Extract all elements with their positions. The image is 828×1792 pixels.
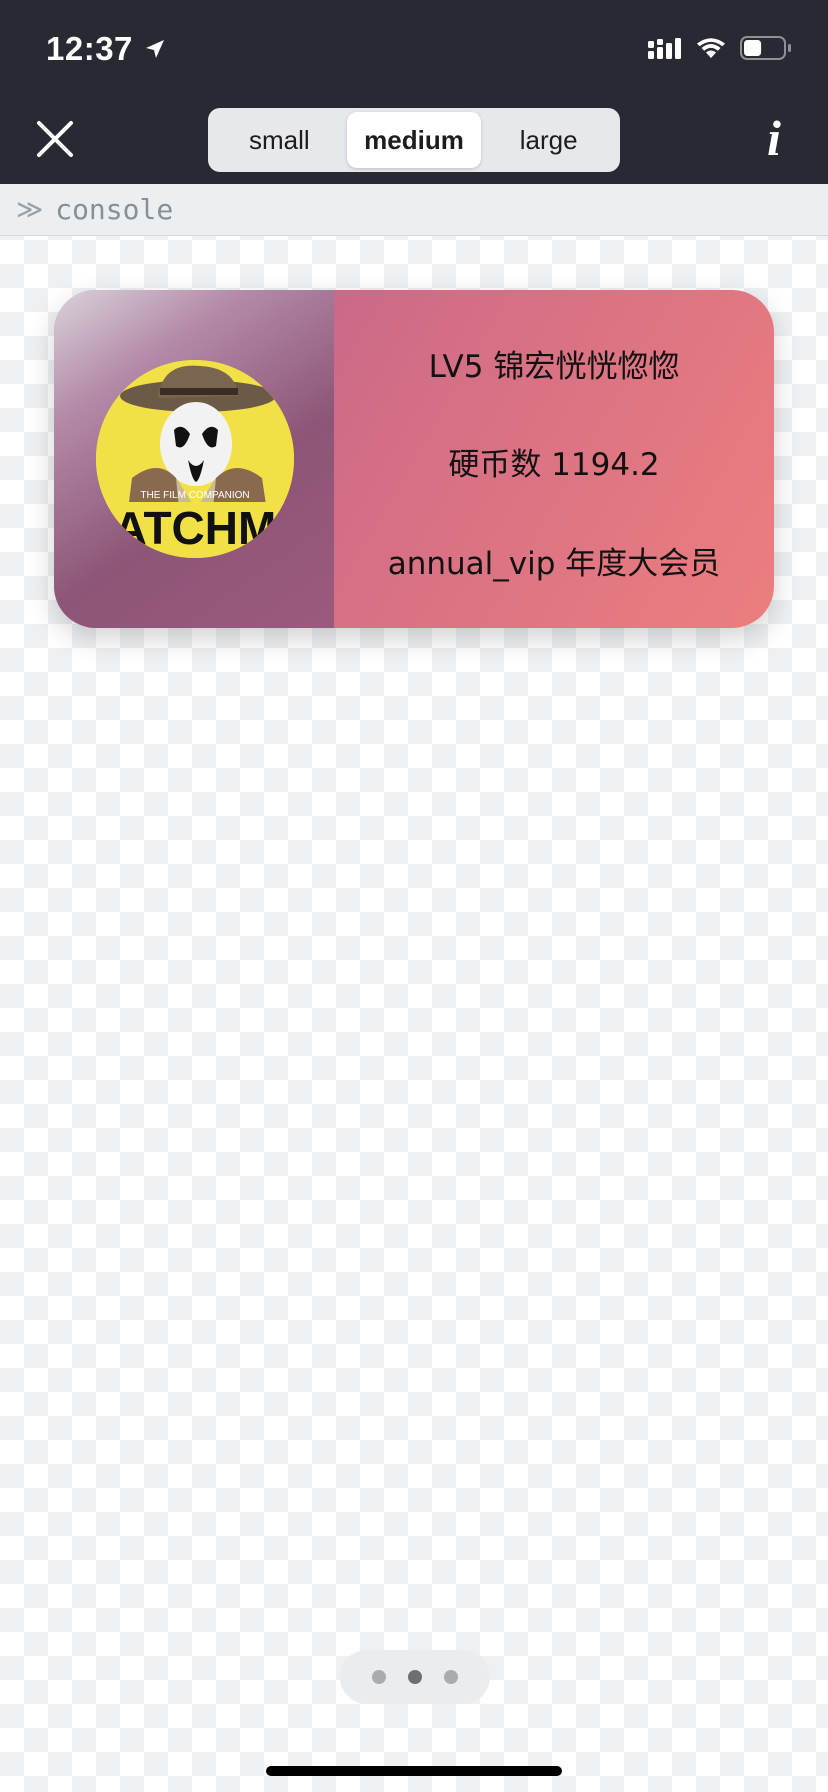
avatar: THE FILM COMPANION ATCHM xyxy=(96,360,294,558)
battery-icon xyxy=(740,36,791,60)
page-dot-1[interactable] xyxy=(372,1670,386,1684)
widget-level-name: LV5 锦宏恍恍惚惚 xyxy=(428,348,680,385)
console-label: console xyxy=(55,193,174,226)
signal-icon xyxy=(648,38,681,59)
size-segmented-control[interactable]: small medium large xyxy=(208,108,620,172)
widget-avatar-panel: THE FILM COMPANION ATCHM xyxy=(54,290,334,628)
wifi-icon xyxy=(697,38,725,58)
svg-text:THE FILM COMPANION: THE FILM COMPANION xyxy=(140,490,249,501)
status-icons xyxy=(648,36,792,60)
double-chevron-icon: ≫ xyxy=(16,194,44,225)
size-option-medium[interactable]: medium xyxy=(346,112,482,168)
widget-info: LV5 锦宏恍恍惚惚 硬币数 1194.2 annual_vip 年度大会员 xyxy=(334,290,774,628)
top-header: 12:37 small medium large i xyxy=(0,0,828,184)
svg-text:ATCHM: ATCHM xyxy=(114,502,277,554)
console-bar[interactable]: ≫ console xyxy=(0,184,828,236)
widget-coins: 硬币数 1194.2 xyxy=(448,447,660,484)
avatar-image: THE FILM COMPANION ATCHM xyxy=(96,360,294,558)
page-indicator[interactable] xyxy=(340,1650,490,1704)
size-option-large[interactable]: large xyxy=(481,112,616,168)
page-dot-3[interactable] xyxy=(444,1670,458,1684)
widget-card[interactable]: THE FILM COMPANION ATCHM LV5 锦宏恍恍惚惚 硬币数 … xyxy=(54,290,774,628)
size-option-small[interactable]: small xyxy=(212,112,347,168)
location-arrow-icon xyxy=(145,40,164,58)
status-time-text: 12:37 xyxy=(46,30,133,67)
home-indicator[interactable] xyxy=(266,1766,562,1776)
info-button[interactable]: i xyxy=(754,112,794,164)
widget-vip-status: annual_vip 年度大会员 xyxy=(387,546,721,583)
page-dot-2[interactable] xyxy=(408,1670,422,1684)
close-button[interactable] xyxy=(34,118,76,160)
status-time: 12:37 xyxy=(46,30,167,68)
